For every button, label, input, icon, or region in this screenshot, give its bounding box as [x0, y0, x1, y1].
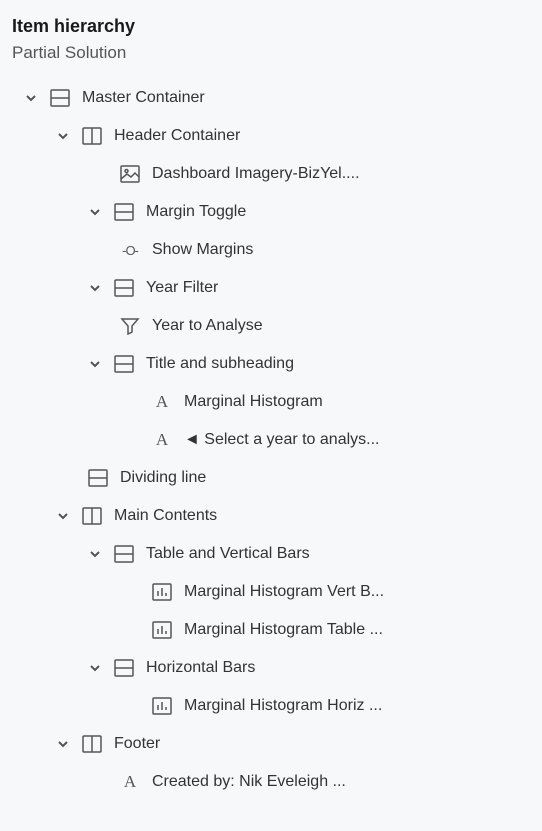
chevron-down-icon[interactable] [86, 545, 104, 563]
tree-item-label: Master Container [82, 89, 205, 107]
image-icon [118, 162, 142, 186]
worksheet-icon [150, 694, 174, 718]
tree-item-label: Marginal Histogram [184, 393, 323, 411]
tree-item-horiz[interactable]: Marginal Histogram Horiz ... [12, 687, 530, 725]
panel-title: Item hierarchy [12, 16, 530, 37]
tree-item-horizontal-bars[interactable]: Horizontal Bars [12, 649, 530, 687]
container-vertical-icon [48, 86, 72, 110]
tree-item-show-margins[interactable]: -O- Show Margins [12, 231, 530, 269]
text-icon: A [150, 430, 174, 450]
slider-icon: -O- [118, 243, 142, 258]
item-hierarchy-tree: Master Container Header Container Dashbo… [12, 79, 530, 801]
tree-item-label: Header Container [114, 127, 240, 145]
worksheet-icon [150, 580, 174, 604]
container-horizontal-icon [80, 732, 104, 756]
chevron-down-icon[interactable] [86, 203, 104, 221]
tree-item-margin-toggle[interactable]: Margin Toggle [12, 193, 530, 231]
tree-item-label: Year to Analyse [152, 317, 263, 335]
chevron-down-icon[interactable] [22, 89, 40, 107]
tree-item-label: Title and subheading [146, 355, 294, 373]
tree-item-histogram-title[interactable]: A Marginal Histogram [12, 383, 530, 421]
tree-item-label: Created by: Nik Eveleigh ... [152, 773, 346, 791]
panel-subtitle: Partial Solution [12, 43, 530, 63]
worksheet-icon [150, 618, 174, 642]
chevron-down-icon[interactable] [86, 659, 104, 677]
tree-item-label: Footer [114, 735, 160, 753]
container-vertical-icon [112, 352, 136, 376]
tree-item-label: Show Margins [152, 241, 253, 259]
tree-item-label: Horizontal Bars [146, 659, 255, 677]
tree-item-label: Marginal Histogram Horiz ... [184, 697, 382, 715]
tree-item-label: Marginal Histogram Table ... [184, 621, 383, 639]
text-icon: A [150, 392, 174, 412]
tree-item-label: Main Contents [114, 507, 217, 525]
tree-item-created-by[interactable]: A Created by: Nik Eveleigh ... [12, 763, 530, 801]
tree-item-header-container[interactable]: Header Container [12, 117, 530, 155]
chevron-down-icon[interactable] [86, 355, 104, 373]
chevron-down-icon[interactable] [54, 507, 72, 525]
tree-item-footer[interactable]: Footer [12, 725, 530, 763]
tree-item-label: Dashboard Imagery-BizYel.... [152, 165, 360, 183]
container-horizontal-icon [80, 124, 104, 148]
tree-item-vert-bars[interactable]: Marginal Histogram Vert B... [12, 573, 530, 611]
tree-item-label: Margin Toggle [146, 203, 246, 221]
tree-item-label: Marginal Histogram Vert B... [184, 583, 384, 601]
tree-item-master-container[interactable]: Master Container [12, 79, 530, 117]
container-vertical-icon [112, 656, 136, 680]
container-vertical-icon [112, 200, 136, 224]
tree-item-year-filter[interactable]: Year Filter [12, 269, 530, 307]
chevron-down-icon[interactable] [86, 279, 104, 297]
tree-item-year-analyse[interactable]: Year to Analyse [12, 307, 530, 345]
chevron-down-icon[interactable] [54, 735, 72, 753]
tree-item-dashboard-imagery[interactable]: Dashboard Imagery-BizYel.... [12, 155, 530, 193]
chevron-down-icon[interactable] [54, 127, 72, 145]
text-icon: A [118, 772, 142, 792]
container-vertical-icon [112, 276, 136, 300]
tree-item-table-vertical[interactable]: Table and Vertical Bars [12, 535, 530, 573]
tree-item-label: Table and Vertical Bars [146, 545, 310, 563]
container-vertical-icon [112, 542, 136, 566]
tree-item-table[interactable]: Marginal Histogram Table ... [12, 611, 530, 649]
tree-item-main-contents[interactable]: Main Contents [12, 497, 530, 535]
tree-item-label: Dividing line [120, 469, 206, 487]
container-horizontal-icon [80, 504, 104, 528]
tree-item-title-subheading[interactable]: Title and subheading [12, 345, 530, 383]
tree-item-label: Year Filter [146, 279, 218, 297]
tree-item-dividing-line[interactable]: Dividing line [12, 459, 530, 497]
tree-item-label: ◄ Select a year to analys... [184, 431, 379, 449]
container-vertical-icon [86, 466, 110, 490]
filter-icon [118, 314, 142, 338]
tree-item-select-year[interactable]: A ◄ Select a year to analys... [12, 421, 530, 459]
